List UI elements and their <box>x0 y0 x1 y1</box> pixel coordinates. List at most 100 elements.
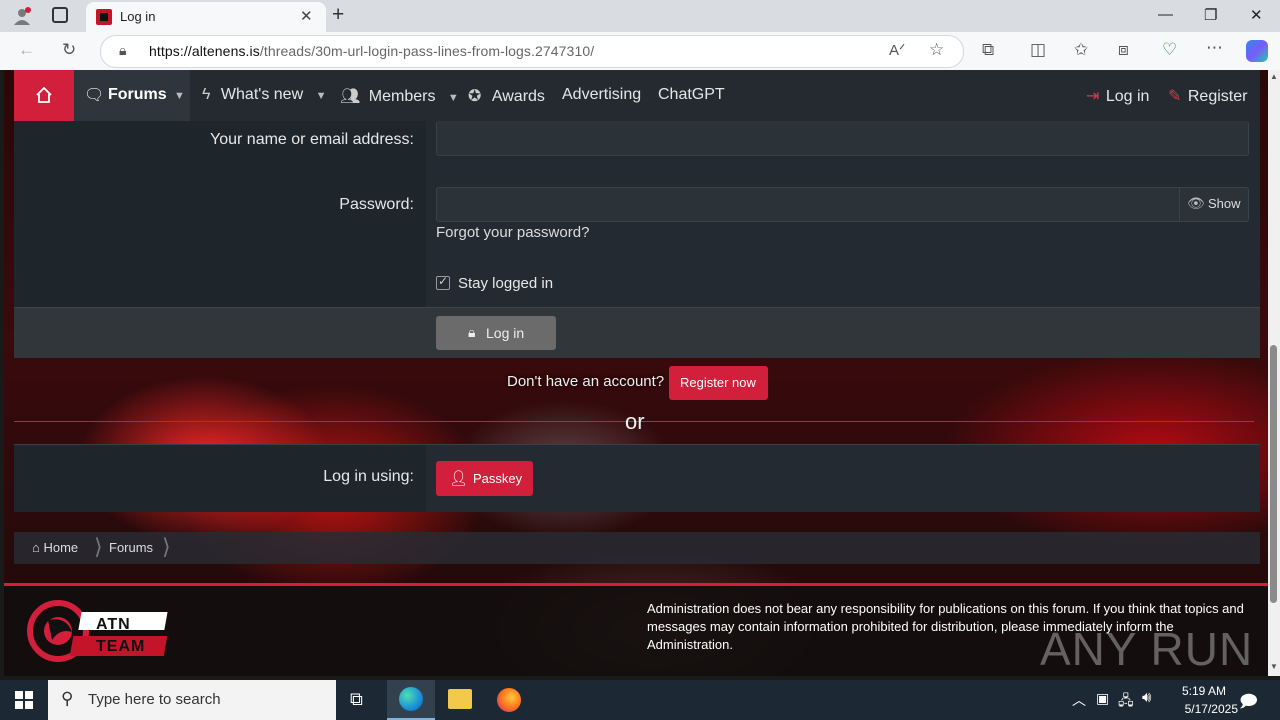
checkmark-icon: ✓ <box>438 274 449 288</box>
chevron-down-icon[interactable]: ▼ <box>174 90 185 102</box>
page-scrollbar[interactable]: ▲ ▼ <box>1268 70 1280 676</box>
tab-title: Log in <box>120 9 156 24</box>
username-label: Your name or email address: <box>210 131 414 148</box>
register-now-button[interactable]: Register now <box>669 366 768 400</box>
address-bar-row: ← ↻ 🔒︎ https://altenens.is/threads/30m-u… <box>0 32 1280 70</box>
nav-label-whats-new: What's new <box>220 86 304 103</box>
window-close-icon[interactable]: ✕ <box>1250 6 1263 24</box>
scroll-up-icon[interactable]: ▲ <box>1270 72 1278 81</box>
login-submit-button[interactable]: 🔒︎ Log in <box>436 316 556 350</box>
firefox-icon[interactable] <box>497 688 521 712</box>
password-label: Password: <box>339 196 414 213</box>
edge-icon <box>399 687 423 711</box>
scrollbar-thumb[interactable] <box>1270 345 1277 603</box>
taskbar-clock-date[interactable]: 5/17/2025 <box>1185 702 1238 716</box>
lock-icon[interactable]: 🔒︎ <box>119 42 126 59</box>
chevron-down-icon[interactable]: ▼ <box>316 90 327 102</box>
nav-tab-chatgpt[interactable]: ChatGPT <box>658 86 725 104</box>
browser-tab-bar: Log in ✕ + — ❐ ✕ <box>0 0 1280 32</box>
register-now-label: Register now <box>680 375 756 390</box>
nav-register-label: Register <box>1187 88 1248 105</box>
extensions-icon[interactable]: ⧉ <box>982 40 994 60</box>
main-nav: 🗨︎ Forums ▼ ϟ What's new ▼ 👥︎ Members ▼ … <box>14 70 1260 121</box>
volume-icon[interactable]: 🔊︎ <box>1142 689 1151 706</box>
breadcrumb-separator-icon: ⟩ <box>162 534 171 559</box>
browser-tab-login[interactable]: Log in ✕ <box>86 2 326 32</box>
nav-label-awards: Awards <box>491 88 545 105</box>
passkey-button[interactable]: 👤︎ Passkey <box>436 461 533 496</box>
split-screen-icon[interactable]: ◫ <box>1030 40 1046 60</box>
scroll-down-icon[interactable]: ▼ <box>1270 662 1278 671</box>
favorite-star-icon[interactable]: ☆ <box>929 40 944 60</box>
refresh-icon[interactable]: ↻ <box>62 40 76 60</box>
favorites-icon[interactable]: ✩ <box>1074 40 1088 60</box>
forgot-password-link[interactable]: Forgot your password? <box>436 224 589 241</box>
bolt-icon: ϟ <box>202 86 211 103</box>
atn-team-logo[interactable]: ATN TEAM <box>26 598 176 664</box>
collections-icon[interactable]: ⧈ <box>1118 40 1129 60</box>
login-using-label: Log in using: <box>323 468 414 485</box>
key-icon: ✎ <box>1168 88 1182 105</box>
minimize-icon[interactable]: — <box>1158 6 1173 23</box>
home-icon: ⌂ <box>32 540 40 555</box>
eye-icon: 👁︎ <box>1187 195 1205 211</box>
form-submit-row: 🔒︎ Log in <box>14 307 1260 358</box>
breadcrumb-forums[interactable]: Forums <box>109 540 153 555</box>
tray-device-icon[interactable]: ▣ <box>1096 690 1109 707</box>
tab-close-icon[interactable]: ✕ <box>300 7 313 25</box>
sign-in-icon: ⇥ <box>1086 88 1100 105</box>
network-icon[interactable]: 🖧︎ <box>1118 690 1134 714</box>
nav-tab-members[interactable]: 👥︎ Members ▼ <box>340 86 459 106</box>
browser-essentials-icon[interactable]: ♡ <box>1162 40 1177 60</box>
nav-label-forums: Forums <box>108 86 167 103</box>
or-text: or <box>625 409 645 434</box>
users-icon: 👥︎ <box>340 88 361 105</box>
chevron-down-icon[interactable]: ▼ <box>448 92 459 104</box>
tray-chevron-up-icon[interactable]: ︿ <box>1072 690 1086 710</box>
nav-tab-advertising[interactable]: Advertising <box>562 86 641 104</box>
nav-register-link[interactable]: ✎ Register <box>1168 86 1247 106</box>
windows-start-icon[interactable] <box>15 691 33 709</box>
nav-tab-forums[interactable]: 🗨︎ Forums ▼ <box>74 70 190 121</box>
file-explorer-icon[interactable] <box>448 689 472 709</box>
login-submit-label: Log in <box>486 325 525 341</box>
breadcrumb-home-label: Home <box>43 540 79 555</box>
stay-logged-in-label: Stay logged in <box>458 275 554 292</box>
lock-icon: 🔒︎ <box>468 324 476 340</box>
show-password-label: Show <box>1208 196 1241 211</box>
user-key-icon: 👤︎ <box>449 470 469 487</box>
show-password-button[interactable]: 👁︎ Show <box>1179 188 1248 221</box>
taskbar-edge-button[interactable] <box>387 680 435 720</box>
login-form: Your name or email address: Password: 👁︎… <box>14 121 1260 307</box>
search-icon: ⚲ <box>61 689 74 708</box>
password-input[interactable]: 👁︎ Show <box>436 187 1249 222</box>
nav-label-members: Members <box>368 88 436 105</box>
back-icon[interactable]: ← <box>18 40 35 60</box>
new-tab-icon[interactable]: + <box>332 3 344 27</box>
breadcrumb-home[interactable]: ⌂ Home <box>32 540 78 555</box>
copilot-icon[interactable] <box>1246 40 1268 62</box>
register-prompt: Don't have an account? <box>507 373 665 390</box>
taskbar-search-box[interactable]: ⚲ Type here to search <box>48 680 336 720</box>
tab-actions-icon[interactable] <box>52 7 68 23</box>
site-favicon-icon <box>96 9 112 25</box>
taskbar-clock-time[interactable]: 5:19 AM <box>1182 684 1226 698</box>
home-icon <box>36 86 52 103</box>
atn-team-logo-text: ATN TEAM <box>96 616 146 655</box>
any-run-watermark: ANY RUN <box>1040 623 1254 675</box>
stay-logged-in-checkbox[interactable]: ✓ <box>436 274 450 290</box>
url-path: /threads/30m-url-login-pass-lines-from-l… <box>259 43 595 59</box>
task-view-icon[interactable]: ⧉ <box>350 689 363 710</box>
more-menu-icon[interactable]: ⋯ <box>1206 38 1223 58</box>
profile-icon[interactable] <box>12 6 32 26</box>
restore-icon[interactable]: ❐ <box>1204 6 1217 24</box>
notifications-icon[interactable]: 🗩︎ <box>1239 689 1258 718</box>
nav-login-link[interactable]: ⇥ Log in <box>1086 86 1149 106</box>
url-field[interactable]: 🔒︎ https://altenens.is/threads/30m-url-l… <box>100 35 964 68</box>
home-button[interactable] <box>14 70 74 121</box>
nav-tab-awards[interactable]: ✪ Awards <box>468 86 545 106</box>
passkey-section: Log in using: 👤︎ Passkey <box>14 444 1260 512</box>
nav-tab-whats-new[interactable]: ϟ What's new ▼ <box>202 86 326 104</box>
read-aloud-icon[interactable]: Aᐟ <box>889 41 905 59</box>
username-input[interactable] <box>436 121 1249 156</box>
